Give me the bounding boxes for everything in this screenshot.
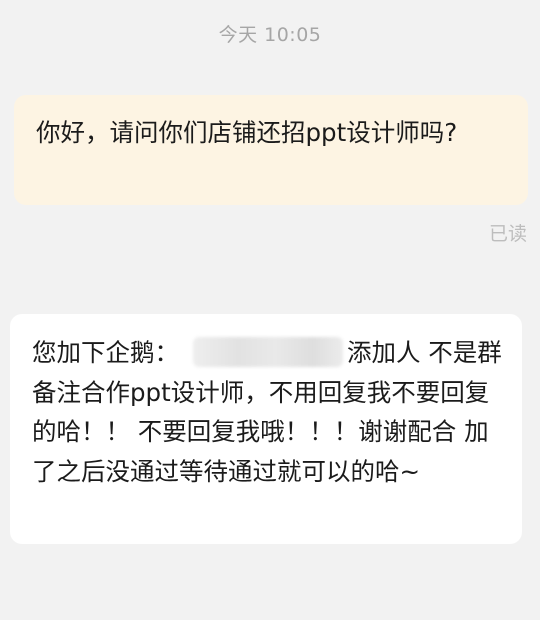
read-status: 已读 <box>488 223 527 245</box>
outgoing-message-bubble[interactable]: 你好，请问你们店铺还招ppt设计师吗? <box>14 95 528 205</box>
outgoing-message-text: 你好，请问你们店铺还招ppt设计师吗? <box>36 118 458 147</box>
chat-timestamp: 今天 10:05 <box>218 24 322 46</box>
redacted-contact-number <box>193 337 343 367</box>
incoming-message-bubble[interactable]: 您加下企鹅： 添加人 不是群 备注合作ppt设计师，不用回复我不要回复的哈！！ 不… <box>10 314 522 544</box>
incoming-message-text-start: 您加下企鹅： <box>32 338 179 367</box>
